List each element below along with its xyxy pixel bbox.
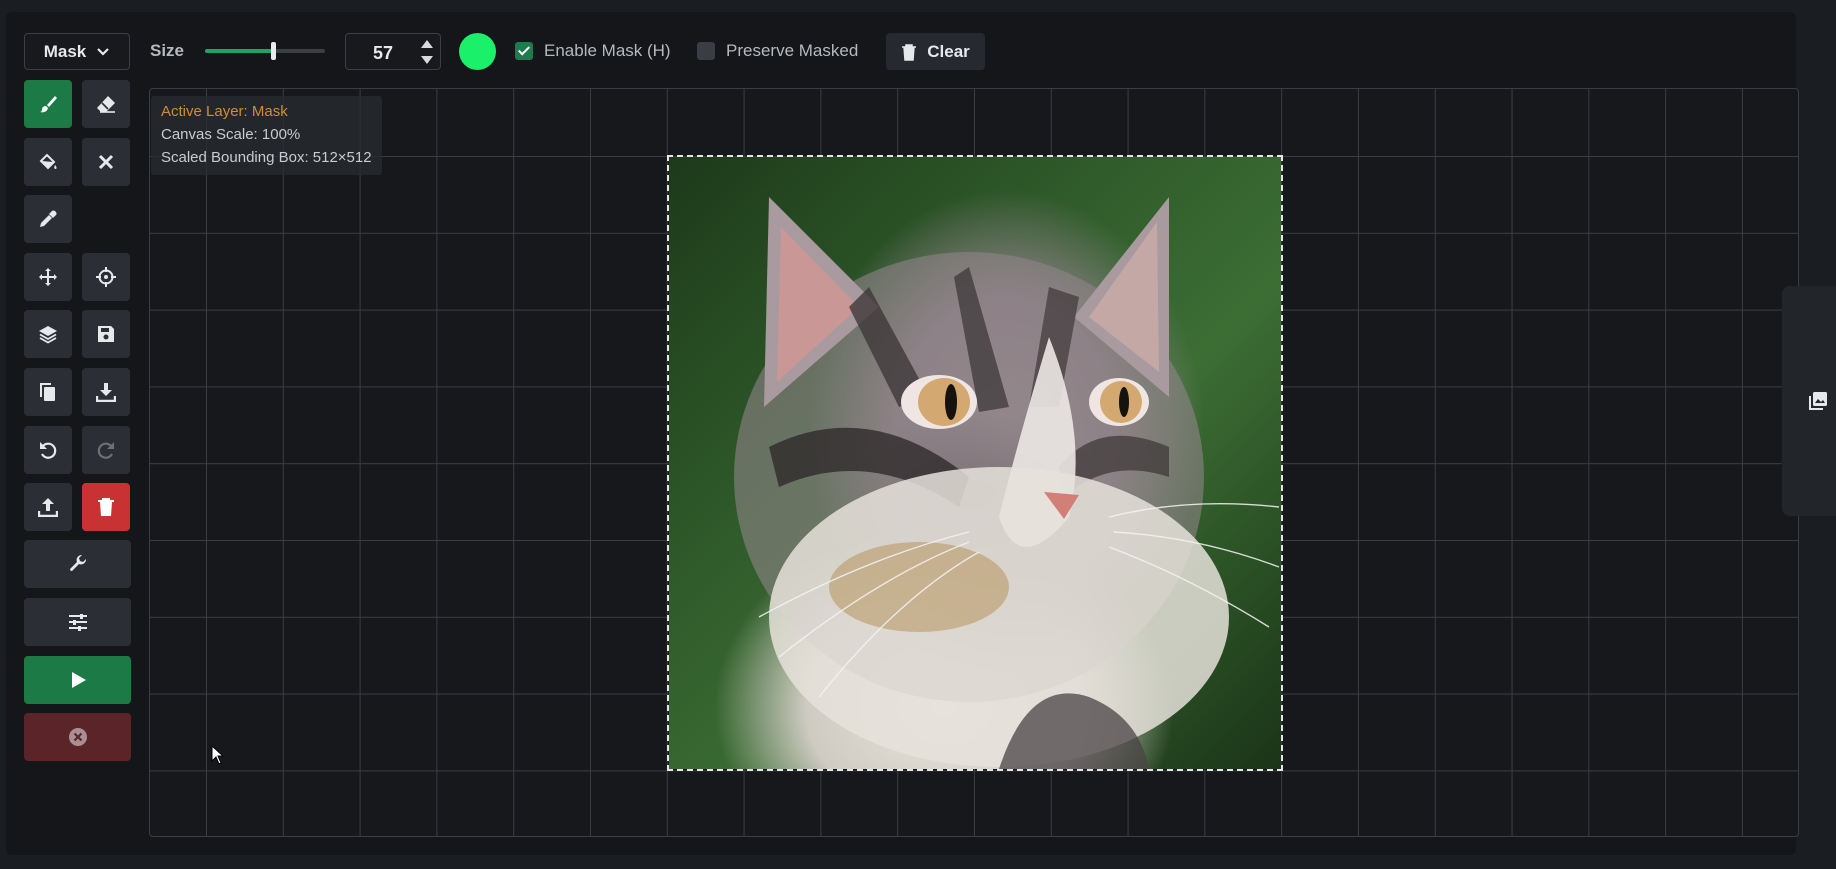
chevron-down-icon [97,47,110,56]
wrench-icon [69,554,86,572]
cancel-circle-icon [68,728,87,746]
settings-tool[interactable] [24,540,131,588]
download-tool[interactable] [82,368,130,416]
bounding-box-text: Scaled Bounding Box: 512×512 [161,149,372,166]
brush-tool[interactable] [24,80,72,128]
play-icon [71,672,86,688]
image-gallery-icon [1809,392,1827,410]
download-icon [96,383,116,402]
redo-icon [97,442,114,459]
layers-icon [39,326,57,344]
eraser-tool[interactable] [82,80,130,128]
redo-tool[interactable] [82,426,130,474]
copy-icon [40,383,55,401]
eraser-icon [97,96,115,113]
save-to-gallery-tool[interactable] [82,310,130,358]
gallery-panel-toggle[interactable] [1782,286,1836,516]
size-label: Size [150,41,185,60]
undo-icon [40,442,57,459]
enable-mask-label: Enable Mask (H) [544,41,671,60]
layer-select-value: Mask [43,41,87,61]
invoke-button[interactable] [24,656,131,704]
enable-mask-checkbox[interactable] [515,42,533,60]
preserve-masked-label: Preserve Masked [726,41,859,60]
size-slider-fill [205,49,273,53]
fill-bounding-box-tool[interactable] [24,138,72,186]
color-picker-tool[interactable] [24,195,72,243]
preserve-masked-checkbox[interactable] [697,42,715,60]
trash-icon [98,498,114,516]
mouse-cursor-icon [211,745,225,765]
increment-arrow-icon[interactable] [421,40,433,48]
move-icon [39,268,57,286]
canvas-scale-text: Canvas Scale: 100% [161,126,301,143]
brush-icon [40,96,57,113]
clear-label: Clear [927,41,970,61]
layer-select[interactable]: Mask [24,33,130,70]
trash-icon [902,43,917,61]
crosshair-icon [96,267,116,287]
clear-canvas-tool[interactable] [82,483,130,531]
size-slider[interactable] [205,42,325,60]
options-tool[interactable] [24,598,131,646]
undo-tool[interactable] [24,426,72,474]
canvas-info-overlay: Active Layer: Mask Canvas Scale: 100% Sc… [151,96,382,175]
reset-view-tool[interactable] [82,253,130,301]
copy-to-clipboard-tool[interactable] [24,368,72,416]
upload-icon [38,498,58,517]
cancel-button[interactable] [24,713,131,761]
brush-color-swatch[interactable] [459,33,496,70]
active-layer-text: Active Layer: Mask [161,103,288,120]
eyedropper-icon [40,210,57,227]
close-icon [98,154,114,170]
paint-bucket-icon [39,153,57,170]
size-number-input[interactable] [345,33,441,70]
sliders-icon [68,614,87,631]
merge-visible-tool[interactable] [24,310,72,358]
size-stepper[interactable] [420,38,434,66]
move-tool[interactable] [24,253,72,301]
decrement-arrow-icon[interactable] [421,56,433,64]
bounding-box[interactable] [667,155,1283,771]
size-slider-thumb[interactable] [271,42,276,60]
generated-image [669,157,1281,769]
clear-mask-button[interactable]: Clear [886,33,985,70]
upload-tool[interactable] [24,483,72,531]
erase-bounding-box-tool[interactable] [82,138,130,186]
size-value-field[interactable] [356,40,410,66]
cat-illustration [734,197,1280,769]
save-icon [98,326,114,342]
